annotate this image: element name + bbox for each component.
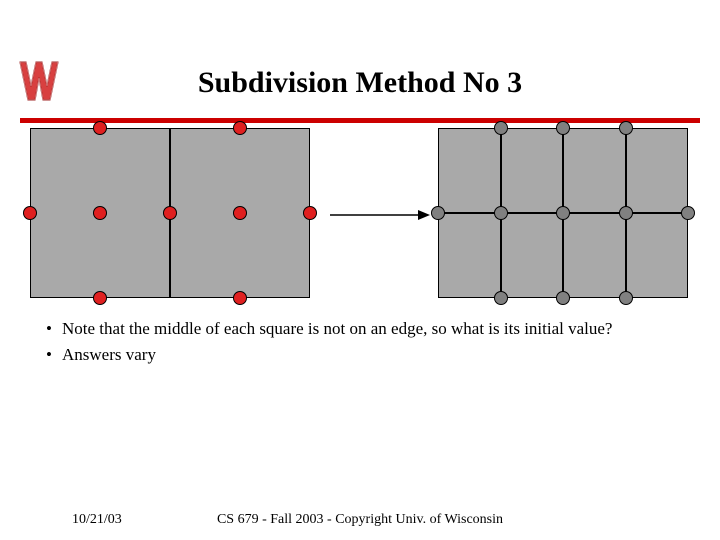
dot-red xyxy=(303,206,317,220)
dot-gray xyxy=(494,121,508,135)
dot-gray xyxy=(619,206,633,220)
dot-red xyxy=(93,206,107,220)
dot-gray xyxy=(619,121,633,135)
cell xyxy=(563,213,626,298)
bullet-list: Note that the middle of each square is n… xyxy=(40,318,680,370)
cell xyxy=(501,213,564,298)
dot-gray xyxy=(431,206,445,220)
dot-red xyxy=(93,121,107,135)
dot-red xyxy=(93,291,107,305)
footer-course: CS 679 - Fall 2003 - Copyright Univ. of … xyxy=(0,512,720,528)
dot-gray xyxy=(556,121,570,135)
diagram xyxy=(30,128,690,298)
dot-gray xyxy=(619,291,633,305)
grid-right xyxy=(438,128,688,298)
grid-left xyxy=(30,128,310,298)
cell xyxy=(438,128,501,213)
slide-title: Subdivision Method No 3 xyxy=(0,66,720,100)
dot-gray xyxy=(556,291,570,305)
title-rule xyxy=(20,118,700,123)
cell xyxy=(626,213,689,298)
dot-gray xyxy=(494,206,508,220)
dot-red xyxy=(233,291,247,305)
dot-gray xyxy=(681,206,695,220)
bullet-item: Answers vary xyxy=(40,344,680,366)
dot-red xyxy=(233,121,247,135)
dot-red xyxy=(163,206,177,220)
dot-red xyxy=(233,206,247,220)
cell xyxy=(501,128,564,213)
cell xyxy=(438,213,501,298)
dot-gray xyxy=(494,291,508,305)
dot-red xyxy=(23,206,37,220)
bullet-item: Note that the middle of each square is n… xyxy=(40,318,680,340)
cell xyxy=(626,128,689,213)
dot-gray xyxy=(556,206,570,220)
arrow-icon xyxy=(330,208,430,222)
cell xyxy=(563,128,626,213)
